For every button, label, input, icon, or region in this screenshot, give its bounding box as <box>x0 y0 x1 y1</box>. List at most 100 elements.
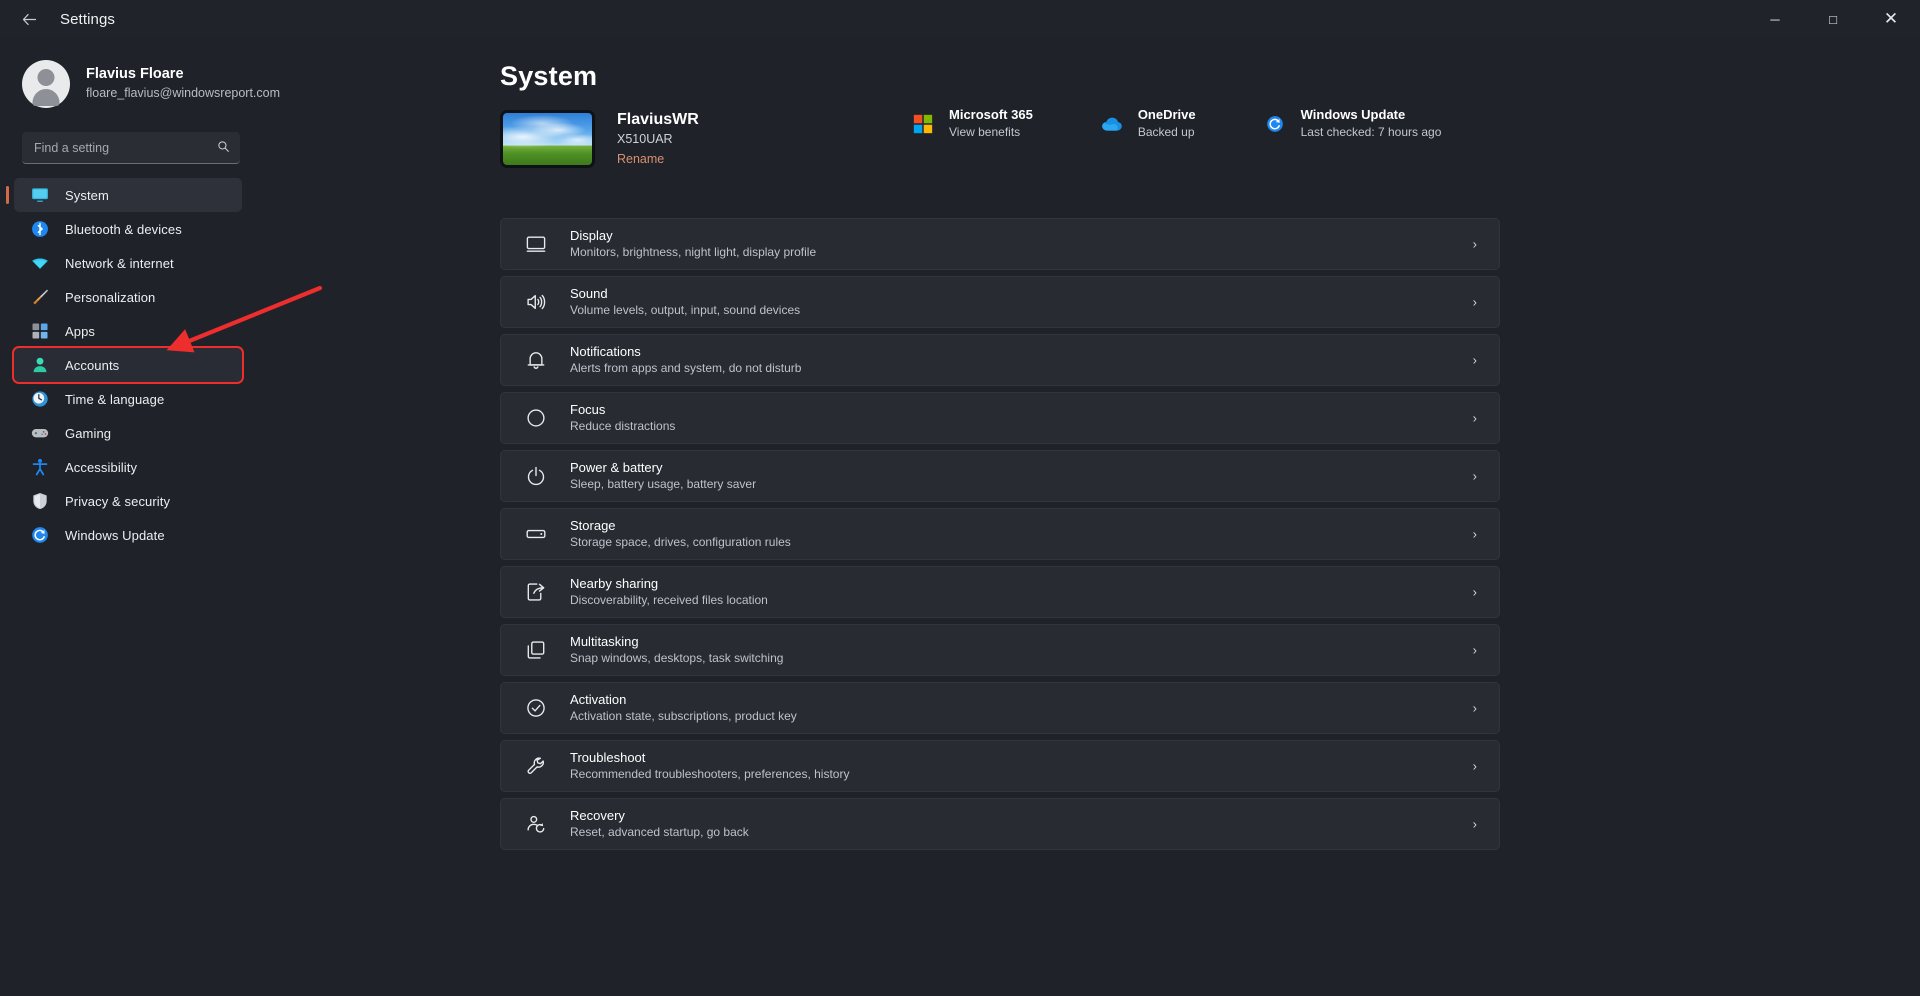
status-subtitle: View benefits <box>949 125 1021 139</box>
apps-grid-icon <box>30 321 50 341</box>
row-subtitle: Activation state, subscriptions, product… <box>570 709 797 724</box>
sidebar-item-system[interactable]: System <box>6 178 242 212</box>
row-subtitle: Monitors, brightness, night light, displ… <box>570 245 817 260</box>
person-account-icon <box>30 355 50 375</box>
search-icon <box>217 140 230 156</box>
settings-row-troubleshoot[interactable]: Troubleshoot Recommended troubleshooters,… <box>500 740 1500 792</box>
focus-moon-icon <box>523 405 549 431</box>
minimize-button[interactable]: ─ <box>1746 0 1804 38</box>
wifi-icon <box>30 253 50 273</box>
sidebar-item-label: Windows Update <box>65 527 165 543</box>
status-title: Windows Update <box>1300 107 1406 122</box>
sidebar-item-label: Bluetooth & devices <box>65 221 182 237</box>
bluetooth-icon <box>30 219 50 239</box>
status-widget-onedrive[interactable]: OneDrive Backed up <box>1099 106 1196 141</box>
sidebar-item-apps[interactable]: Apps <box>14 314 242 348</box>
device-name: FlaviusWR <box>617 110 699 128</box>
settings-row-activation[interactable]: Activation Activation state, subscription… <box>500 682 1500 734</box>
row-subtitle: Reduce distractions <box>570 419 676 434</box>
speaker-icon <box>523 289 549 315</box>
avatar <box>22 60 70 108</box>
onedrive-cloud-icon <box>1099 111 1125 137</box>
status-subtitle: Backed up <box>1137 125 1195 139</box>
monitor-icon <box>523 231 549 257</box>
sidebar-item-accounts[interactable]: Accounts <box>12 346 244 384</box>
settings-row-notifications[interactable]: Notifications Alerts from apps and system… <box>500 334 1500 386</box>
row-subtitle: Sleep, battery usage, battery saver <box>570 477 757 492</box>
status-title: OneDrive <box>1137 107 1196 122</box>
settings-row-recovery[interactable]: Recovery Reset, advanced startup, go back… <box>500 798 1500 850</box>
sidebar-item-network-internet[interactable]: Network & internet <box>14 246 242 280</box>
wrench-icon <box>523 753 549 779</box>
sidebar-item-label: Network & internet <box>65 255 174 271</box>
status-subtitle: Last checked: 7 hours ago <box>1300 125 1442 139</box>
search-input[interactable] <box>22 132 200 163</box>
search-box[interactable] <box>22 132 240 164</box>
row-subtitle: Snap windows, desktops, task switching <box>570 651 784 666</box>
chevron-right-icon: › <box>1472 410 1477 426</box>
row-subtitle: Volume levels, output, input, sound devi… <box>570 303 801 318</box>
sidebar-item-windows-update[interactable]: Windows Update <box>14 518 242 552</box>
settings-row-storage[interactable]: Storage Storage space, drives, configurat… <box>500 508 1500 560</box>
display-monitor-icon <box>30 185 50 205</box>
accessibility-person-icon <box>30 457 50 477</box>
user-profile[interactable]: Flavius Floare floare_flavius@windowsrep… <box>22 56 300 112</box>
chevron-right-icon: › <box>1472 816 1477 832</box>
close-button[interactable]: ✕ <box>1862 0 1920 38</box>
sidebar-item-bluetooth-devices[interactable]: Bluetooth & devices <box>14 212 242 246</box>
rename-link[interactable]: Rename <box>617 149 699 169</box>
settings-row-nearby-sharing[interactable]: Nearby sharing Discoverability, received … <box>500 566 1500 618</box>
row-subtitle: Recommended troubleshooters, preferences… <box>570 767 850 782</box>
page-title: System <box>500 61 598 91</box>
update-refresh-icon <box>30 525 50 545</box>
status-widget-microsoft-365[interactable]: Microsoft 365 View benefits <box>910 106 1033 141</box>
settings-row-focus[interactable]: Focus Reduce distractions › <box>500 392 1500 444</box>
sidebar-item-label: System <box>65 187 109 203</box>
row-title: Focus <box>570 401 606 417</box>
chevron-right-icon: › <box>1472 526 1477 542</box>
chevron-right-icon: › <box>1472 352 1477 368</box>
sidebar-item-privacy-security[interactable]: Privacy & security <box>14 484 242 518</box>
settings-row-multitasking[interactable]: Multitasking Snap windows, desktops, task… <box>500 624 1500 676</box>
settings-row-power-battery[interactable]: Power & battery Sleep, battery usage, bat… <box>500 450 1500 502</box>
sidebar-item-label: Time & language <box>65 391 165 407</box>
row-title: Activation <box>570 691 627 707</box>
windows-stack-icon <box>523 637 549 663</box>
sidebar-item-time-language[interactable]: Time & language <box>14 382 242 416</box>
row-title: Nearby sharing <box>570 575 659 591</box>
sidebar-item-label: Accounts <box>65 357 120 373</box>
settings-list: Display Monitors, brightness, night light… <box>500 218 1500 856</box>
row-subtitle: Storage space, drives, configuration rul… <box>570 535 791 550</box>
back-arrow-icon <box>22 13 36 25</box>
window-controls: ─ □ ✕ <box>1746 0 1920 38</box>
settings-row-display[interactable]: Display Monitors, brightness, night light… <box>500 218 1500 270</box>
app-title: Settings <box>60 10 115 28</box>
sidebar-item-accessibility[interactable]: Accessibility <box>14 450 242 484</box>
sidebar-nav: System Bluetooth & devices Network & inter… <box>0 178 300 552</box>
sidebar-item-label: Gaming <box>65 425 112 441</box>
row-title: Notifications <box>570 343 641 359</box>
sidebar-item-label: Privacy & security <box>65 493 171 509</box>
bliss-wallpaper-icon <box>503 113 592 165</box>
row-title: Display <box>570 227 613 243</box>
status-widget-windows-update[interactable]: Windows Update Last checked: 7 hours ago <box>1262 106 1442 141</box>
shield-icon <box>30 491 50 511</box>
bell-icon <box>523 347 549 373</box>
back-button[interactable] <box>8 3 50 35</box>
row-subtitle: Reset, advanced startup, go back <box>570 825 749 840</box>
clock-globe-icon <box>30 389 50 409</box>
row-title: Sound <box>570 285 608 301</box>
update-refresh-icon <box>1262 111 1288 137</box>
sidebar-item-personalization[interactable]: Personalization <box>14 280 242 314</box>
settings-row-sound[interactable]: Sound Volume levels, output, input, sound… <box>500 276 1500 328</box>
chevron-right-icon: › <box>1472 700 1477 716</box>
sidebar-item-gaming[interactable]: Gaming <box>14 416 242 450</box>
row-title: Troubleshoot <box>570 749 646 765</box>
chevron-right-icon: › <box>1472 294 1477 310</box>
chevron-right-icon: › <box>1472 468 1477 484</box>
chevron-right-icon: › <box>1472 236 1477 252</box>
maximize-button[interactable]: □ <box>1804 0 1862 38</box>
row-title: Multitasking <box>570 633 639 649</box>
status-widgets: Microsoft 365 View benefits OneDrive Backed… <box>910 106 1441 141</box>
chevron-right-icon: › <box>1472 758 1477 774</box>
